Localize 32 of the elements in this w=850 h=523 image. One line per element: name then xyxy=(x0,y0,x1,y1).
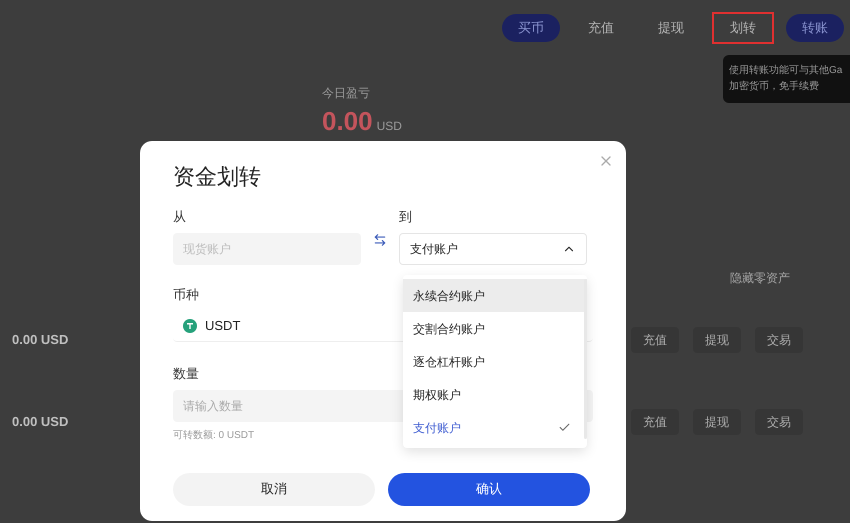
summary-value: 0.00 xyxy=(322,105,373,138)
row-action-button[interactable]: 提现 xyxy=(693,409,741,435)
amount-label: 数量 xyxy=(173,365,199,383)
row-action-button[interactable]: 充值 xyxy=(631,327,679,353)
to-label: 到 xyxy=(399,208,413,226)
from-field: 现货账户 xyxy=(173,232,361,264)
top-action-button[interactable]: 买币 xyxy=(502,14,560,42)
row-action-button[interactable]: 提现 xyxy=(693,327,741,353)
swap-icon[interactable] xyxy=(373,233,387,247)
row-action-button[interactable]: 充值 xyxy=(631,409,679,435)
dialog-title: 资金划转 xyxy=(173,163,261,191)
hide-zero-toggle[interactable]: 隐藏零资产 xyxy=(730,269,790,287)
top-action-button[interactable]: 充值 xyxy=(572,14,630,42)
top-action-button[interactable]: 提现 xyxy=(642,14,700,42)
asset-amount: 0.00 USD xyxy=(12,331,68,350)
asset-amount: 0.00 USD xyxy=(12,413,68,432)
top-action-button[interactable]: 划转 xyxy=(712,12,774,44)
cancel-button[interactable]: 取消 xyxy=(173,472,375,506)
tether-icon xyxy=(183,318,197,332)
from-label: 从 xyxy=(173,208,187,226)
summary-label: 今日盈亏 xyxy=(322,85,370,102)
account-option[interactable]: 支付账户 xyxy=(403,411,587,444)
to-select[interactable]: 支付账户 xyxy=(399,232,587,264)
row-action-button[interactable]: 交易 xyxy=(755,409,803,435)
row-action-button[interactable]: 交易 xyxy=(755,327,803,353)
top-action-button[interactable]: 转账 xyxy=(786,14,844,42)
tooltip: 使用转账功能可与其他Ga 加密货币，免手续费 xyxy=(723,55,850,103)
confirm-button[interactable]: 确认 xyxy=(388,472,590,506)
available-amount: 可转数额: 0 USDT xyxy=(173,428,254,442)
summary-unit: USD xyxy=(376,118,402,135)
currency-label: 币种 xyxy=(173,286,199,304)
account-option[interactable]: 永续合约账户 xyxy=(403,279,587,312)
